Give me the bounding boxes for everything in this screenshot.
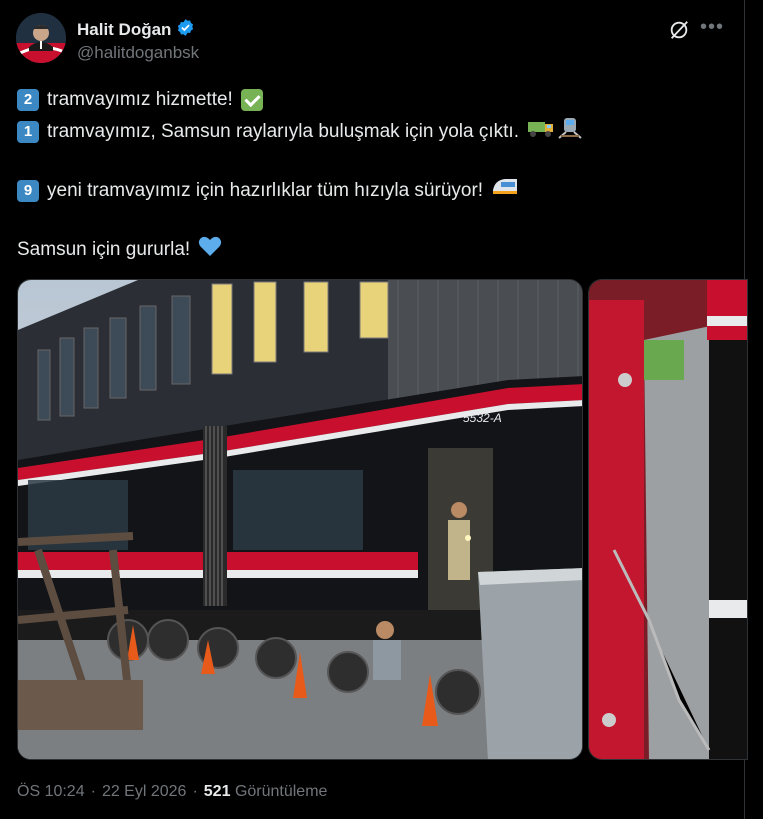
verified-badge-icon [176, 18, 195, 42]
truck-icon [527, 118, 555, 145]
tweet-line-1: 2 tramvayımız hizmette! [17, 88, 263, 112]
tweet-line-3: 9 yeni tramvayımız için hazırlıklar tüm … [17, 176, 519, 205]
keycap-2: 2 [17, 89, 39, 111]
tweet-photo-1[interactable]: 5532-A [17, 279, 583, 760]
view-label: Görüntüleme [234, 783, 328, 800]
tweet-line-2-text: tramvayımız, Samsun raylarıyla buluşmak … [47, 120, 519, 142]
railway-icon [557, 117, 585, 146]
tweet-line-1-text: tramvayımız hizmette! [47, 89, 233, 110]
meta-separator: · [90, 783, 96, 800]
tram-number: 5532-A [463, 411, 502, 425]
tram-photo-illustration: 5532-A [18, 280, 582, 759]
tweet-line-3-text: yeni tramvayımız için hazırlıklar tüm hı… [47, 179, 484, 201]
tweet-line-4-text: Samsun için gururla! [17, 238, 191, 260]
tram-icon [491, 176, 519, 205]
tweet-line-2: 1 tramvayımız, Samsun raylarıyla buluşma… [17, 117, 585, 146]
tweet-date[interactable]: 22 Eyl 2026 [102, 783, 187, 801]
tram-closeup-illustration [589, 280, 747, 759]
keycap-9: 9 [17, 179, 39, 202]
tweet-photo-2[interactable] [588, 279, 748, 760]
author-name[interactable]: Halit Doğan [77, 20, 171, 40]
more-icon[interactable]: ••• [700, 16, 724, 39]
tweet-time[interactable]: ÖS 10:24 [17, 783, 85, 801]
tweet-meta: ÖS 10:24 · 22 Eyl 2026 · 521 Görüntüleme [17, 783, 327, 801]
grok-icon[interactable] [668, 19, 690, 46]
meta-separator: · [192, 783, 198, 800]
avatar[interactable] [16, 13, 66, 63]
author-handle[interactable]: @halitdoganbsk [77, 43, 199, 63]
check-mark-icon [240, 89, 263, 111]
tweet-line-4: Samsun için gururla! [17, 235, 222, 264]
view-count: 521 [203, 783, 231, 800]
keycap-1: 1 [17, 120, 39, 143]
blue-heart-icon [198, 235, 222, 264]
